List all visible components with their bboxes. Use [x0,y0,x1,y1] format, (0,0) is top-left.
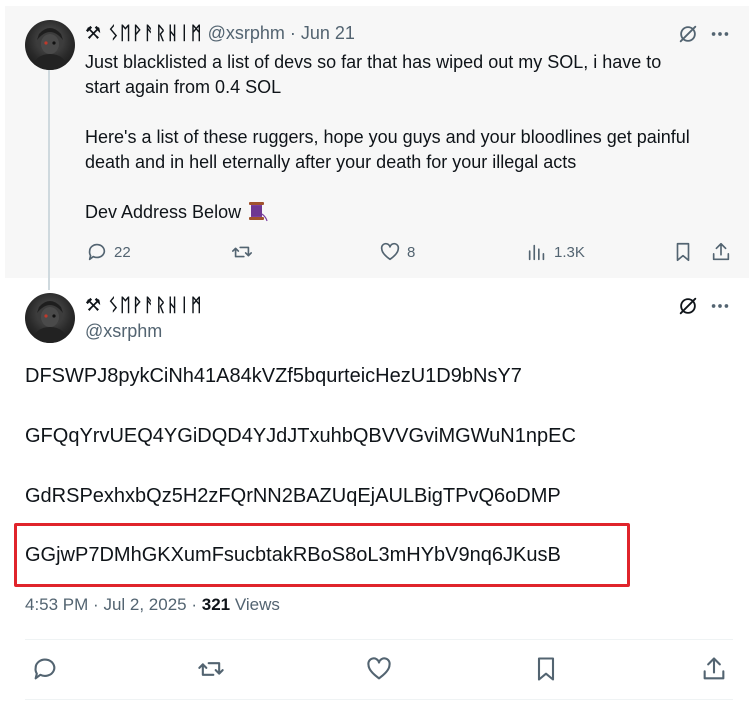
analytics-icon [528,244,545,261]
handle[interactable]: @xsrphm [208,23,285,43]
tweet-text-line: start again from 0.4 SOL [85,77,282,97]
bookmark-icon [676,242,690,262]
grok-icon[interactable] [677,295,699,317]
reply-icon [34,658,56,680]
share-button[interactable] [710,240,732,264]
separator: · [289,23,296,43]
bookmark-button[interactable] [672,240,694,264]
highlight-box [14,523,630,587]
tweet-text-line [85,175,735,200]
divider [25,699,733,700]
views-button[interactable]: 1.3K [526,240,585,264]
dev-address: DFSWPJ8pykCiNh41A84kVZf5bqurteicHezU1D9b… [25,365,522,387]
more-options-icon[interactable] [709,23,731,45]
tweet-text-line: death and in hell eternally after your d… [85,152,577,172]
spool-of-thread-icon [249,202,268,222]
divider [25,639,733,640]
share-icon [703,657,725,680]
reply-icon [88,243,106,261]
heart-icon [380,242,400,261]
display-name[interactable]: ⚒ ᛊᛖᚹᚨᚱᚺᛁᛗ [85,23,203,43]
dev-address: GFQqYrvUEQ4YGiDQD4YJdJTxuhbQBVVGviMGWuN1… [25,425,576,447]
views-count: 1.3K [554,243,585,261]
thread-connector-line [48,66,50,290]
tweet-text-dev-address: Dev Address Below [85,202,242,222]
tweet-time[interactable]: 4:53 PM [25,595,88,614]
bookmark-icon [537,657,555,681]
avatar-image [31,28,69,70]
views-label: Views [234,595,280,614]
reply-button[interactable] [31,655,59,683]
share-icon [712,242,730,261]
tweet-1-header: ⚒ ᛊᛖᚹᚨᚱᚺᛁᛗ @xsrphm · Jun 21 [85,22,355,44]
retweet-button[interactable] [231,240,259,264]
like-button[interactable]: 8 [379,240,415,264]
tweet-full-date[interactable]: Jul 2, 2025 [103,595,186,614]
reply-count: 22 [114,243,131,261]
avatar[interactable] [25,20,75,70]
tweet-1-text: Just blacklisted a list of devs so far t… [85,50,735,225]
retweet-icon [198,662,224,676]
tweet-text-line: Here's a list of these ruggers, hope you… [85,127,690,147]
avatar-image [31,301,69,343]
tweet-text-line [85,100,735,125]
retweet-button[interactable] [197,655,225,683]
retweet-icon [232,246,252,258]
tweet-text-line-last: Dev Address Below [85,200,735,225]
display-name[interactable]: ⚒ ᛊᛖᚹᚨᚱᚺᛁᛗ [85,294,203,316]
share-button[interactable] [700,655,728,683]
reply-button[interactable]: 22 [86,240,131,264]
like-button[interactable] [365,655,393,683]
more-options-icon[interactable] [709,295,731,317]
tweet-metadata: 4:53 PM · Jul 2, 2025 · 321 Views [25,595,280,614]
like-count: 8 [407,243,416,261]
dev-address: GdRSPexhxbQz5H2zFQrNN2BAZUqEjAULBigTPvQ6… [25,485,561,507]
heart-icon [367,657,391,680]
bookmark-button[interactable] [532,655,560,683]
handle[interactable]: @xsrphm [85,320,162,342]
views-count: 321 [201,595,231,614]
tweet-date[interactable]: Jun 21 [301,23,355,43]
tweet-text-line: Just blacklisted a list of devs so far t… [85,52,662,72]
grok-icon[interactable] [677,23,699,45]
avatar[interactable] [25,293,75,343]
